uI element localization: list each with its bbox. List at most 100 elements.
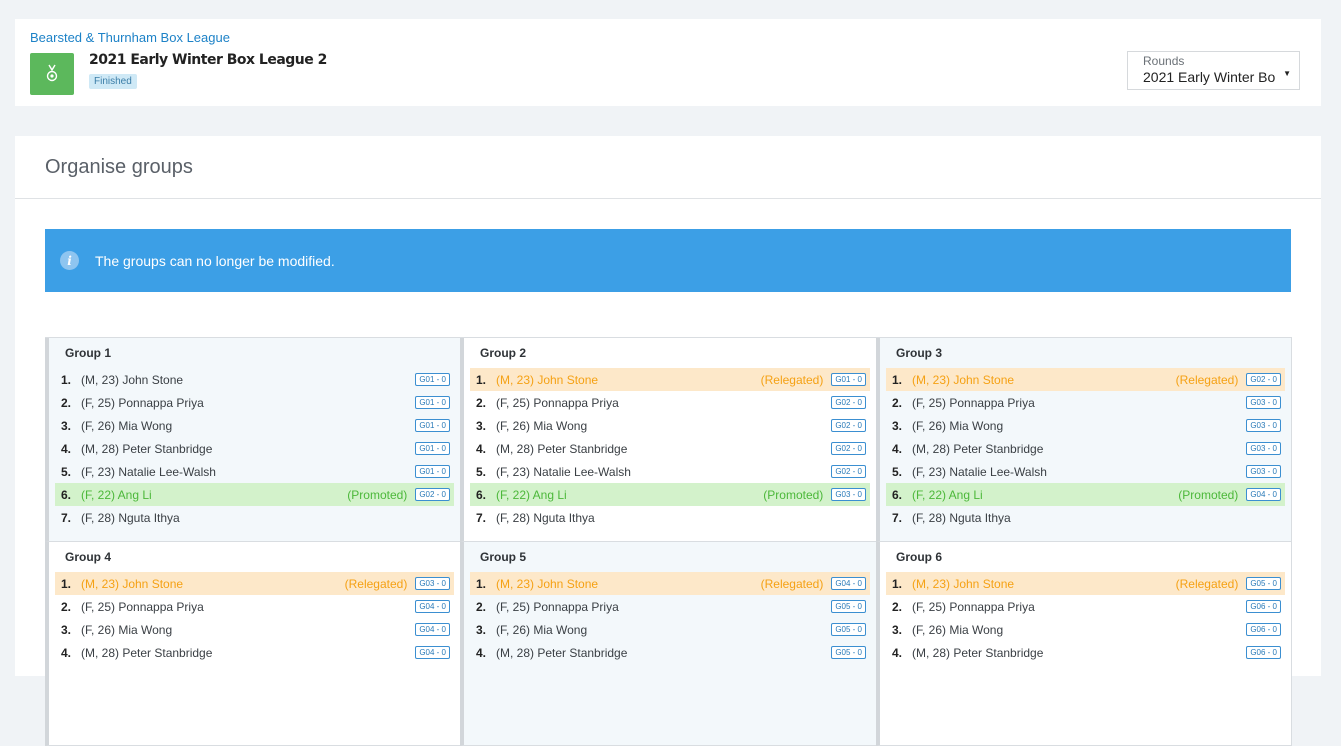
player-group-badge: G04 - 0 <box>415 646 450 659</box>
player-position: 4. <box>892 441 903 456</box>
player-movement-status: (Promoted) <box>1178 487 1239 502</box>
player-row[interactable]: 2. (F, 25) Ponnappa Priya G02 - 0 <box>470 391 870 414</box>
player-position: 5. <box>892 464 903 479</box>
player-movement-status: (Relegated) <box>760 576 824 591</box>
player-row[interactable]: 2. (F, 25) Ponnappa Priya G04 - 0 <box>55 595 454 618</box>
player-row[interactable]: 1. (M, 23) John Stone (Relegated) G03 - 0 <box>55 572 454 595</box>
player-group-badge: G03 - 0 <box>831 488 866 501</box>
player-name: (M, 23) John Stone <box>912 372 1015 387</box>
player-group-badge: G02 - 0 <box>831 442 866 455</box>
player-position: 4. <box>61 645 72 660</box>
player-row[interactable]: 1. (M, 23) John Stone (Relegated) G01 - 0 <box>470 368 870 391</box>
player-position: 3. <box>61 622 72 637</box>
player-row[interactable]: 1. (M, 23) John Stone (Relegated) G02 - 0 <box>886 368 1285 391</box>
player-group-badge: G05 - 0 <box>831 646 866 659</box>
player-group-badge: G01 - 0 <box>415 442 450 455</box>
player-position: 1. <box>892 576 903 591</box>
info-icon: i <box>60 251 79 270</box>
player-name: (F, 25) Ponnappa Priya <box>81 395 204 410</box>
player-row[interactable]: 4. (M, 28) Peter Stanbridge G04 - 0 <box>55 641 454 664</box>
player-group-badge: G01 - 0 <box>415 465 450 478</box>
player-row[interactable]: 7. (F, 28) Nguta Ithya <box>55 506 454 529</box>
player-name: (F, 22) Ang Li <box>496 487 567 502</box>
player-position: 4. <box>61 441 72 456</box>
player-position: 2. <box>892 599 903 614</box>
player-row[interactable]: 4. (M, 28) Peter Stanbridge G02 - 0 <box>470 437 870 460</box>
player-name: (F, 25) Ponnappa Priya <box>81 599 204 614</box>
player-group-badge: G03 - 0 <box>1246 396 1281 409</box>
player-group-badge: G06 - 0 <box>1246 623 1281 636</box>
player-row[interactable]: 2. (F, 25) Ponnappa Priya G03 - 0 <box>886 391 1285 414</box>
player-name: (F, 22) Ang Li <box>912 487 983 502</box>
player-row[interactable]: 7. (F, 28) Nguta Ithya <box>470 506 870 529</box>
player-row[interactable]: 6. (F, 22) Ang Li (Promoted) G04 - 0 <box>886 483 1285 506</box>
player-group-badge: G02 - 0 <box>831 419 866 432</box>
player-group-badge: G03 - 0 <box>1246 442 1281 455</box>
player-row[interactable]: 3. (F, 26) Mia Wong G01 - 0 <box>55 414 454 437</box>
player-name: (M, 23) John Stone <box>912 576 1015 591</box>
group-card: Group 2 1. (M, 23) John Stone (Relegated) G0… <box>460 338 876 542</box>
player-row[interactable]: 1. (M, 23) John Stone G01 - 0 <box>55 368 454 391</box>
player-position: 4. <box>476 645 487 660</box>
player-name: (F, 25) Ponnappa Priya <box>912 599 1035 614</box>
player-row[interactable]: 4. (M, 28) Peter Stanbridge G05 - 0 <box>470 641 870 664</box>
player-row[interactable]: 5. (F, 23) Natalie Lee-Walsh G01 - 0 <box>55 460 454 483</box>
player-row[interactable]: 4. (M, 28) Peter Stanbridge G03 - 0 <box>886 437 1285 460</box>
player-position: 2. <box>61 395 72 410</box>
player-row[interactable]: 7. (F, 28) Nguta Ithya <box>886 506 1285 529</box>
player-name: (M, 28) Peter Stanbridge <box>81 441 213 456</box>
player-group-badge: G04 - 0 <box>1246 488 1281 501</box>
player-position: 4. <box>892 645 903 660</box>
player-position: 1. <box>61 576 72 591</box>
player-position: 7. <box>61 510 72 525</box>
player-row[interactable]: 5. (F, 23) Natalie Lee-Walsh G03 - 0 <box>886 460 1285 483</box>
player-movement-status: (Promoted) <box>347 487 408 502</box>
player-group-badge: G01 - 0 <box>415 373 450 386</box>
player-row[interactable]: 6. (F, 22) Ang Li (Promoted) G02 - 0 <box>55 483 454 506</box>
player-group-badge: G03 - 0 <box>1246 465 1281 478</box>
player-position: 3. <box>892 622 903 637</box>
player-row[interactable]: 3. (F, 26) Mia Wong G02 - 0 <box>470 414 870 437</box>
rounds-dropdown[interactable]: Rounds 2021 Early Winter Box League 2 ▼ <box>1127 51 1300 90</box>
player-group-badge: G03 - 0 <box>1246 419 1281 432</box>
player-name: (F, 28) Nguta Ithya <box>496 510 595 525</box>
player-row[interactable]: 1. (M, 23) John Stone (Relegated) G04 - 0 <box>470 572 870 595</box>
player-row[interactable]: 3. (F, 26) Mia Wong G04 - 0 <box>55 618 454 641</box>
player-row[interactable]: 1. (M, 23) John Stone (Relegated) G05 - 0 <box>886 572 1285 595</box>
player-group-badge: G06 - 0 <box>1246 646 1281 659</box>
player-movement-status: (Relegated) <box>1175 372 1239 387</box>
player-name: (F, 25) Ponnappa Priya <box>496 395 619 410</box>
player-row[interactable]: 5. (F, 23) Natalie Lee-Walsh G02 - 0 <box>470 460 870 483</box>
player-group-badge: G04 - 0 <box>415 623 450 636</box>
status-badge: Finished <box>89 74 137 89</box>
player-row[interactable]: 6. (F, 22) Ang Li (Promoted) G03 - 0 <box>470 483 870 506</box>
organise-groups-panel: Organise groups i The groups can no long… <box>15 136 1321 746</box>
player-position: 6. <box>476 487 487 502</box>
player-group-badge: G01 - 0 <box>415 419 450 432</box>
player-group-badge: G01 - 0 <box>831 373 866 386</box>
player-name: (M, 28) Peter Stanbridge <box>81 645 213 660</box>
player-row[interactable]: 3. (F, 26) Mia Wong G06 - 0 <box>886 618 1285 641</box>
player-movement-status: (Relegated) <box>760 372 824 387</box>
player-row[interactable]: 4. (M, 28) Peter Stanbridge G06 - 0 <box>886 641 1285 664</box>
player-position: 2. <box>61 599 72 614</box>
player-position: 5. <box>61 464 72 479</box>
breadcrumb-league-link[interactable]: Bearsted & Thurnham Box League <box>30 30 230 45</box>
player-row[interactable]: 3. (F, 26) Mia Wong G03 - 0 <box>886 414 1285 437</box>
player-position: 7. <box>892 510 903 525</box>
player-name: (F, 23) Natalie Lee-Walsh <box>912 464 1047 479</box>
player-row[interactable]: 2. (F, 25) Ponnappa Priya G06 - 0 <box>886 595 1285 618</box>
player-position: 5. <box>476 464 487 479</box>
player-group-badge: G02 - 0 <box>415 488 450 501</box>
player-position: 1. <box>892 372 903 387</box>
player-position: 7. <box>476 510 487 525</box>
player-group-badge: G04 - 0 <box>831 577 866 590</box>
player-movement-status: (Relegated) <box>1175 576 1239 591</box>
player-name: (F, 26) Mia Wong <box>81 418 173 433</box>
player-row[interactable]: 3. (F, 26) Mia Wong G05 - 0 <box>470 618 870 641</box>
player-row[interactable]: 2. (F, 25) Ponnappa Priya G01 - 0 <box>55 391 454 414</box>
player-position: 1. <box>61 372 72 387</box>
player-row[interactable]: 4. (M, 28) Peter Stanbridge G01 - 0 <box>55 437 454 460</box>
rounds-label: Rounds <box>1143 54 1185 68</box>
player-row[interactable]: 2. (F, 25) Ponnappa Priya G05 - 0 <box>470 595 870 618</box>
